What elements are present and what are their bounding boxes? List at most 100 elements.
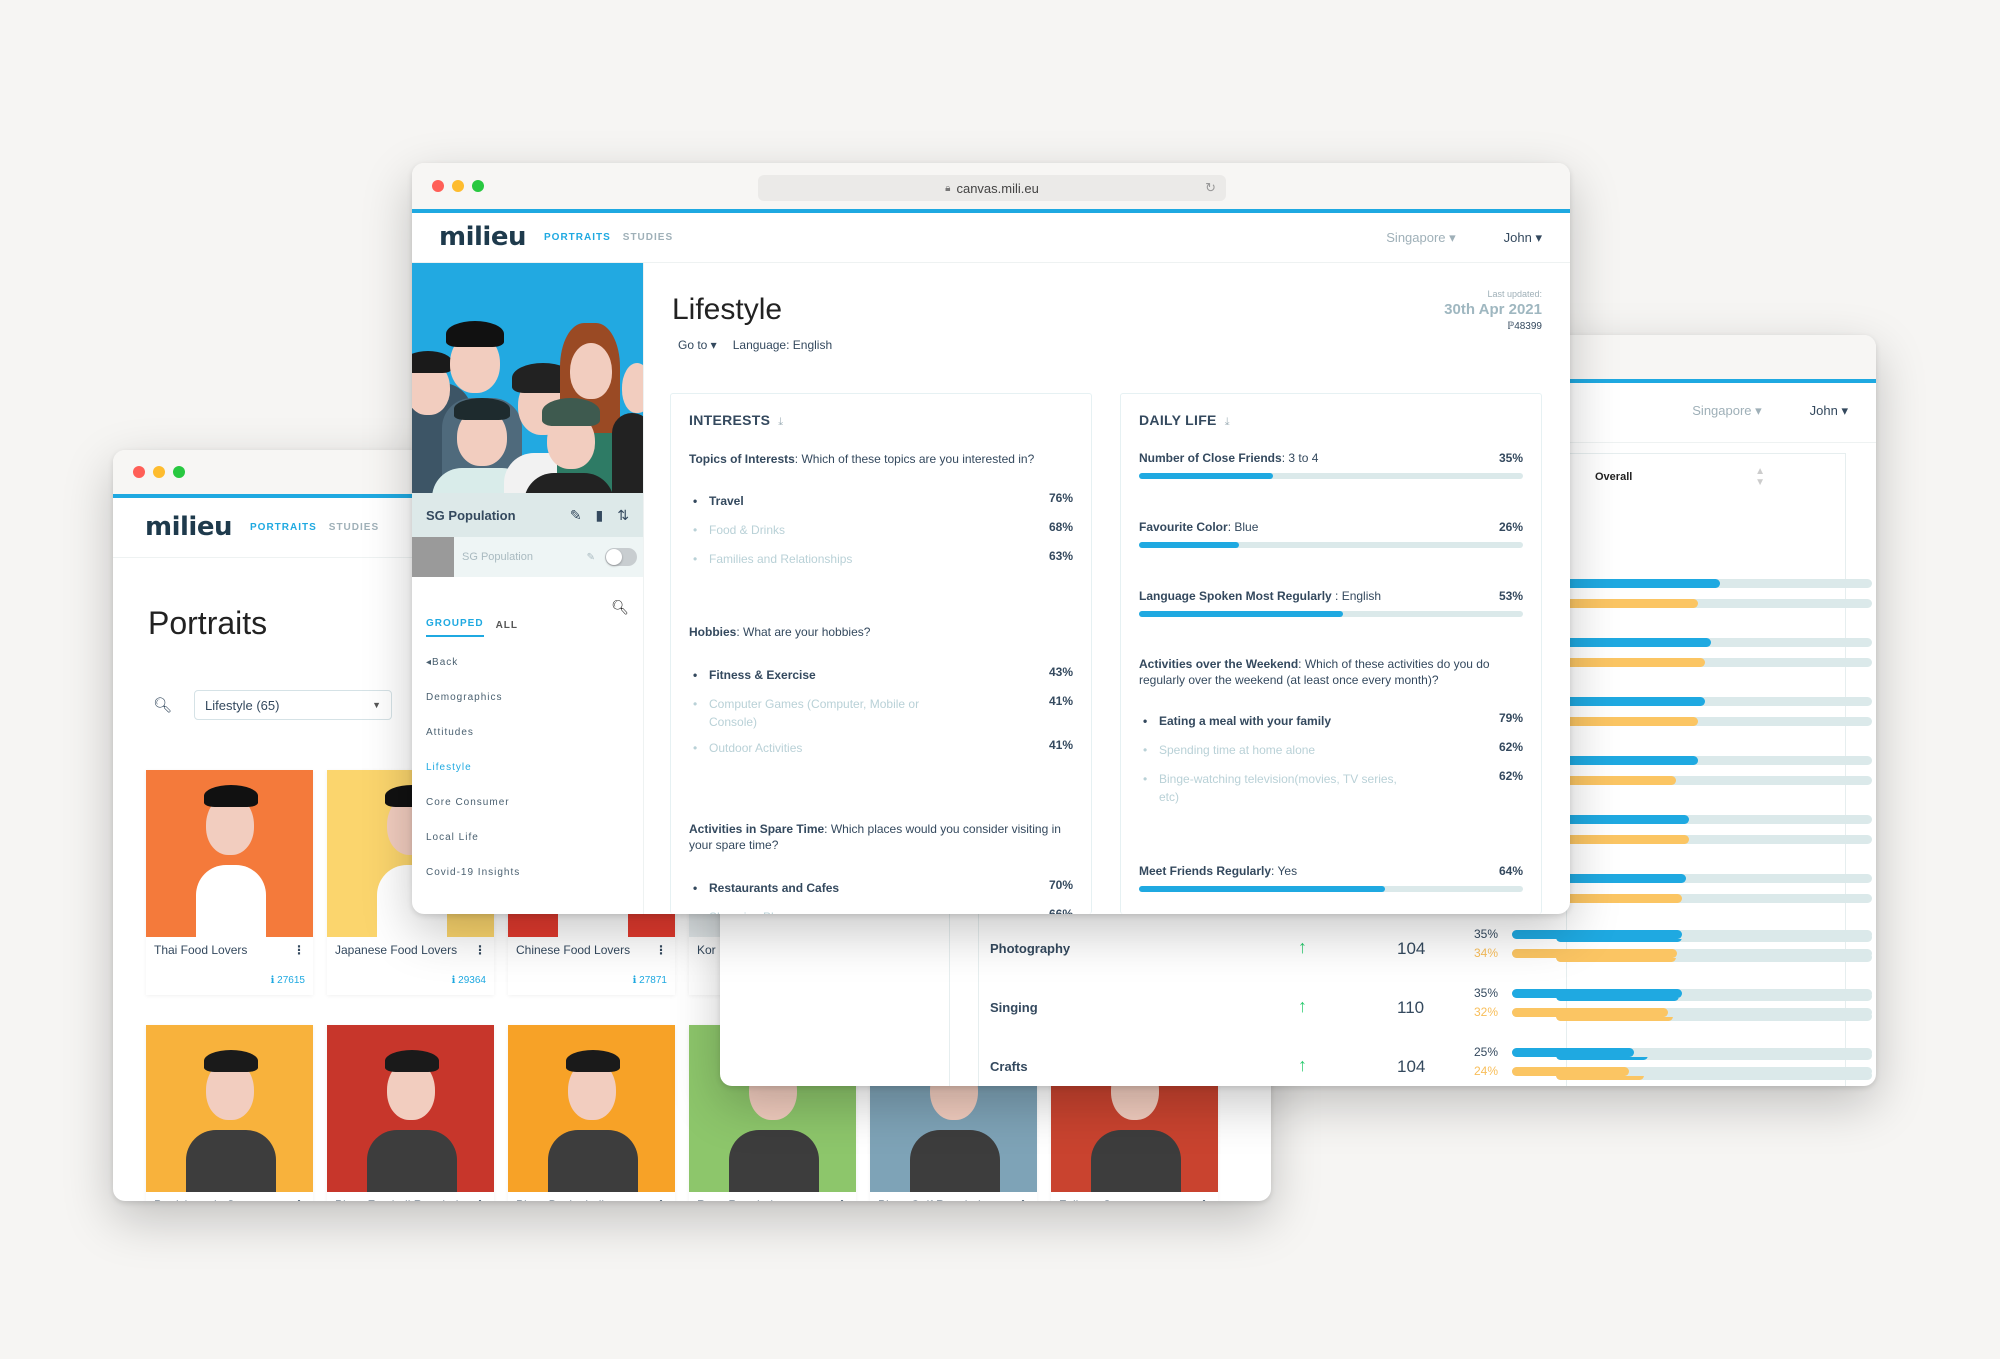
portrait-card[interactable]: Plays Football Regularly ⋮ [327, 1025, 494, 1201]
answer-label: Computer Games (Computer, Mobile or Cons… [709, 697, 920, 729]
category-demographics[interactable]: Demographics [426, 692, 629, 727]
milieu-logo[interactable]: milieu [439, 222, 526, 252]
user-menu[interactable]: John ▾ [1504, 230, 1542, 246]
browser-chrome: 🔒︎ canvas.mili.eu ↻ [412, 163, 1570, 213]
answer-percent: 62% [1498, 769, 1523, 783]
user-menu[interactable]: John ▾ [1810, 403, 1848, 419]
location-dropdown[interactable]: Singapore ▾ [1692, 403, 1761, 419]
sort-icon[interactable]: ▲ ▼ [1755, 466, 1765, 488]
view-tabs: GROUPED ALL 🔍︎ [412, 577, 643, 637]
stat-topic: Favourite Color [1139, 520, 1228, 534]
minimize-window-button[interactable] [452, 180, 464, 192]
more-options-icon[interactable]: ⋮ [655, 1198, 667, 1201]
interests-card: INTERESTS ⤓ Topics of Interests: Which of… [670, 393, 1092, 914]
download-icon[interactable]: ⤓ [778, 416, 783, 428]
table-row[interactable]: Photography ↑ 104 35% 34% [720, 925, 1876, 975]
bullet-icon: • [693, 552, 698, 566]
download-icon[interactable]: ⤓ [1225, 416, 1230, 428]
close-window-button[interactable] [432, 180, 444, 192]
more-options-icon[interactable]: ⋮ [293, 1198, 305, 1201]
more-options-icon[interactable]: ⋮ [474, 1198, 486, 1201]
location-dropdown[interactable]: Singapore ▾ [1386, 230, 1455, 246]
answer-label: Shopping Places [709, 908, 959, 914]
nav-studies[interactable]: STUDIES [623, 232, 673, 243]
maximize-window-button[interactable] [472, 180, 484, 192]
more-options-icon[interactable]: ⋮ [293, 943, 305, 959]
figure-hair [204, 1050, 258, 1072]
nav-studies[interactable]: STUDIES [329, 522, 379, 533]
back-label: Back [432, 657, 459, 668]
nav-portraits[interactable]: PORTRAITS [250, 522, 317, 533]
language-selector[interactable]: Language: English [733, 338, 832, 352]
portrait-title-row: Follows Sports ⋮ [1051, 1192, 1218, 1201]
comparison-bar-fill [1512, 989, 1683, 998]
portrait-title-row: Runs Regularly ⋮ [689, 1192, 856, 1201]
comparison-bar-fill [1556, 579, 1721, 588]
milieu-logo[interactable]: milieu [145, 512, 232, 542]
population-name: SG Population [426, 507, 516, 523]
answer-percent: 66% [1048, 907, 1073, 914]
header-right: Singapore ▾ John ▾ [1386, 230, 1542, 246]
goto-dropdown[interactable]: Go to ▾ [678, 338, 717, 352]
respondent-count: ℙ48399 [1444, 321, 1542, 332]
answer-label: Binge-watching television(movies, TV ser… [1159, 772, 1397, 804]
percent-primary: 25% [1474, 1045, 1499, 1059]
column-header-overall[interactable]: Overall ▲ ▼ [1566, 453, 1846, 499]
back-link[interactable]: ◂Back [426, 657, 629, 692]
more-options-icon[interactable]: ⋮ [1017, 1198, 1029, 1201]
category-local-life[interactable]: Local Life [426, 832, 629, 867]
figure-hair [204, 785, 258, 807]
maximize-window-button[interactable] [173, 466, 185, 478]
row-label: Crafts [990, 1059, 1028, 1074]
more-options-icon[interactable]: ⋮ [474, 943, 486, 959]
compare-toggle[interactable] [605, 548, 637, 566]
minimize-window-button[interactable] [153, 466, 165, 478]
answer-percent: 68% [1048, 520, 1073, 534]
search-icon[interactable]: 🔍︎ [611, 599, 629, 616]
comparison-bar-fill [1556, 599, 1699, 608]
comparison-bar-track [1556, 599, 1872, 608]
more-options-icon[interactable]: ⋮ [836, 1198, 848, 1201]
portrait-card[interactable]: Participate in Sports ⋮ [146, 1025, 313, 1201]
population-selector[interactable]: SG Population ✎ ▮ ⇅ [412, 493, 643, 537]
last-updated: Last updated: 30th Apr 2021 ℙ48399 [1444, 289, 1542, 332]
stat-row: Number of Close Friends: 3 to 4 35% [1139, 451, 1523, 465]
edit-icon[interactable]: ✎ [587, 552, 595, 563]
more-options-icon[interactable]: ⋮ [1198, 1198, 1210, 1201]
comparison-bar-fill [1512, 1048, 1634, 1057]
reload-icon[interactable]: ↻ [1205, 180, 1216, 196]
tag-icon[interactable]: ▮ [596, 507, 604, 524]
portrait-image [508, 1025, 675, 1192]
category-covid-19-insights[interactable]: Covid-19 Insights [426, 867, 629, 902]
percent-comparison: 34% [1474, 946, 1499, 960]
stat-row: Meet Friends Regularly: Yes 64% [1139, 864, 1523, 878]
portrait-card[interactable]: Thai Food Lovers ⋮ ℹ 27615 [146, 770, 313, 995]
close-window-button[interactable] [133, 466, 145, 478]
answer-label: Fitness & Exercise [709, 668, 816, 682]
comparison-bar-fill [1556, 835, 1689, 844]
comparison-bar-fill [1556, 815, 1689, 824]
address-bar[interactable]: 🔒︎ canvas.mili.eu ↻ [758, 175, 1226, 201]
table-row[interactable]: Crafts ↑ 104 25% 24% [720, 1043, 1876, 1086]
swap-icon[interactable]: ⇅ [617, 507, 629, 524]
more-options-icon[interactable]: ⋮ [655, 943, 667, 959]
tab-all[interactable]: ALL [496, 620, 518, 637]
nav-portraits[interactable]: PORTRAITS [544, 232, 611, 243]
category-select[interactable]: Lifestyle (65) ▼ [194, 690, 393, 720]
answer-percent: 62% [1498, 740, 1523, 754]
category-core-consumer[interactable]: Core Consumer [426, 797, 629, 832]
table-row[interactable]: Singing ↑ 110 35% 32% [720, 984, 1876, 1034]
lock-icon: 🔒︎ [945, 182, 951, 194]
question-text: Activities in Spare Time: Which places w… [689, 821, 1073, 853]
last-updated-date: 30th Apr 2021 [1444, 301, 1542, 318]
search-icon[interactable]: 🔍︎ [153, 696, 172, 714]
portrait-title: Kor [697, 943, 716, 957]
edit-icon[interactable]: ✎ [570, 507, 582, 524]
comparison-bar-track [1556, 815, 1872, 824]
comparison-bar-track [1512, 949, 1872, 958]
tab-grouped[interactable]: GROUPED [426, 618, 484, 637]
category-attitudes[interactable]: Attitudes [426, 727, 629, 762]
category-lifestyle[interactable]: Lifestyle [426, 762, 629, 797]
portrait-card[interactable]: Plays Basketball ⋮ [508, 1025, 675, 1201]
portrait-title-row: Plays Golf Regularly ⋮ [870, 1192, 1037, 1201]
